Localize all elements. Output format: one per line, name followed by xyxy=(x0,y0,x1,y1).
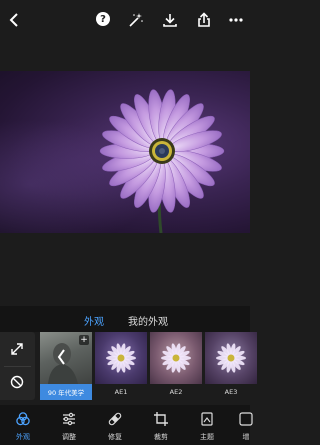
bandage-icon xyxy=(107,411,123,427)
bottom-nav: 外观 调整 修复 裁剪 主题 增 xyxy=(0,405,253,445)
none-icon[interactable] xyxy=(7,372,27,392)
tab-my-looks[interactable]: 我的外观 xyxy=(128,313,168,328)
sliders-icon xyxy=(61,411,77,427)
photo-canvas[interactable] xyxy=(0,71,250,233)
nav-label: 调整 xyxy=(62,433,76,441)
top-bar: ? xyxy=(0,0,250,40)
flower-image xyxy=(99,89,225,233)
preset-thumbnail xyxy=(150,332,202,384)
add-icon xyxy=(238,411,254,427)
preset-label: 90 年代美学 xyxy=(40,384,92,400)
nav-more[interactable]: 增 xyxy=(226,409,266,443)
preset-ae2[interactable]: AE2 xyxy=(150,332,202,400)
nav-label: 增 xyxy=(242,433,250,441)
look-tools xyxy=(0,332,35,400)
preset-ae1[interactable]: AE1 xyxy=(95,332,147,400)
back-icon[interactable] xyxy=(4,10,24,30)
nav-label: 裁剪 xyxy=(154,433,168,441)
preset-label: AE1 xyxy=(114,388,128,396)
nav-label: 外观 xyxy=(16,433,30,441)
download-icon[interactable] xyxy=(160,10,180,30)
nav-adjust[interactable]: 调整 xyxy=(49,409,89,443)
more-icon[interactable] xyxy=(226,10,246,30)
magic-wand-icon[interactable] xyxy=(126,10,146,30)
theme-icon xyxy=(199,411,215,427)
crop-icon xyxy=(153,411,169,427)
tab-looks[interactable]: 外观 xyxy=(84,313,104,328)
nav-crop[interactable]: 裁剪 xyxy=(141,409,181,443)
nav-label: 主题 xyxy=(200,433,214,441)
preset-thumbnail xyxy=(95,332,147,384)
preset-ae3[interactable]: AE3 xyxy=(205,332,257,400)
nav-label: 修复 xyxy=(108,433,122,441)
preset-90s-aesthetic[interactable]: + 90 年代美学 xyxy=(40,332,92,400)
preset-label: AE2 xyxy=(169,388,183,396)
divider xyxy=(4,366,31,367)
expand-icon[interactable] xyxy=(7,339,27,359)
preset-label: AE3 xyxy=(224,388,238,396)
looks-icon xyxy=(15,411,31,427)
help-glyph: ? xyxy=(96,12,110,26)
preset-thumbnail xyxy=(205,332,257,384)
help-icon[interactable]: ? xyxy=(94,10,114,30)
preset-thumbnail: + xyxy=(40,332,92,384)
nav-heal[interactable]: 修复 xyxy=(95,409,135,443)
nav-theme[interactable]: 主题 xyxy=(187,409,227,443)
looks-tabs: 外观 我的外观 xyxy=(0,306,250,332)
share-icon[interactable] xyxy=(194,10,214,30)
add-preset-icon[interactable]: + xyxy=(79,335,89,345)
nav-looks[interactable]: 外观 xyxy=(3,409,43,443)
